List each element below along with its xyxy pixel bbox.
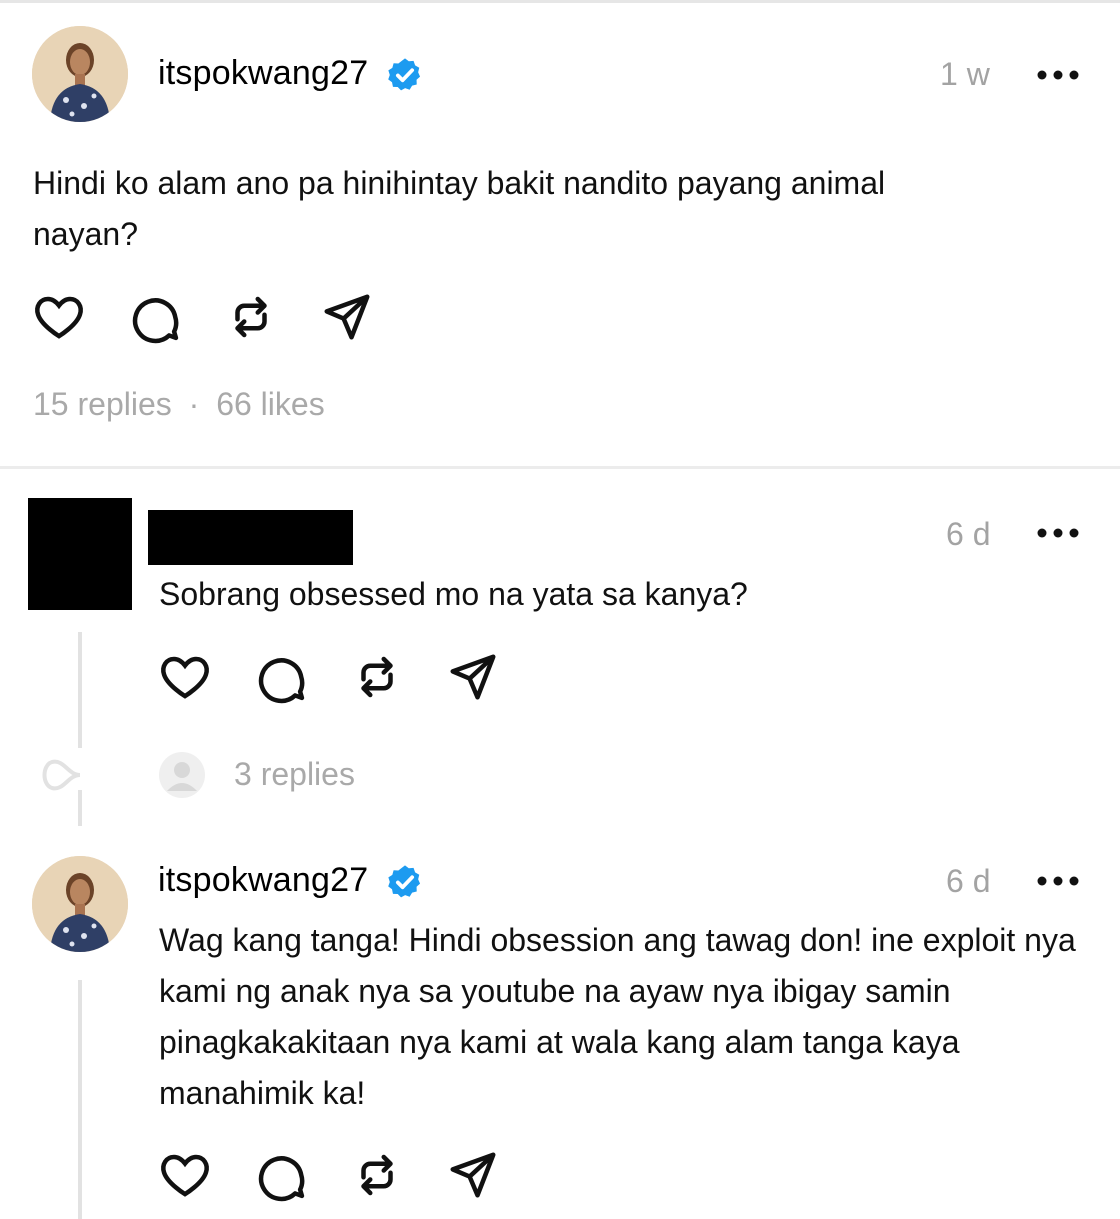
share-button[interactable] [320, 290, 374, 344]
thread-line [78, 980, 82, 1219]
share-icon [450, 654, 496, 700]
comment-icon [258, 1156, 305, 1202]
repost-button[interactable] [350, 1148, 404, 1202]
thread-line [78, 790, 82, 826]
divider [0, 466, 1120, 469]
redacted-avatar [28, 498, 132, 610]
heart-icon [35, 296, 83, 339]
reply-text: Sobrang obsessed mo na yata sa kanya? [159, 576, 748, 612]
repost-icon [235, 296, 267, 338]
like-button[interactable] [32, 290, 86, 344]
comment-button[interactable] [128, 290, 182, 344]
reply-time: 6 d [946, 516, 991, 552]
more-options-icon[interactable] [1036, 70, 1080, 80]
replies-count[interactable]: 15 replies [33, 386, 172, 422]
likes-count[interactable]: 66 likes [216, 386, 325, 422]
share-icon [324, 294, 370, 340]
verified-badge-icon [388, 865, 421, 898]
comment-icon [132, 298, 179, 344]
share-button[interactable] [446, 1148, 500, 1202]
more-options-icon[interactable] [1036, 876, 1080, 886]
like-button[interactable] [158, 1148, 212, 1202]
avatar[interactable] [32, 856, 128, 952]
separator: · [188, 386, 200, 422]
like-button[interactable] [158, 650, 212, 704]
comment-icon [258, 658, 305, 704]
reply-text: Wag kang tanga! Hindi obsession ang tawa… [159, 922, 1076, 1111]
share-icon [450, 1152, 496, 1198]
post-stats: 15 replies · 66 likes [33, 386, 325, 423]
repost-button[interactable] [350, 650, 404, 704]
more-options-icon[interactable] [1036, 528, 1080, 538]
top-border [0, 0, 1120, 3]
comment-button[interactable] [254, 1148, 308, 1202]
post-text: Hindi ko alam ano pa hinihintay bakit na… [33, 165, 886, 252]
repost-button[interactable] [224, 290, 278, 344]
repost-icon [361, 656, 393, 698]
post-time: 1 w [940, 56, 990, 92]
thread-connector-icon [42, 759, 80, 791]
heart-icon [161, 656, 209, 699]
redacted-username [148, 510, 353, 565]
username[interactable]: itspokwang27 [158, 861, 368, 900]
share-button[interactable] [446, 650, 500, 704]
reply-avatar-icon [159, 752, 205, 798]
repost-icon [361, 1154, 393, 1196]
verified-badge-icon [388, 58, 421, 91]
avatar[interactable] [32, 26, 128, 122]
thread-line [78, 632, 82, 748]
heart-icon [161, 1154, 209, 1197]
comment-button[interactable] [254, 650, 308, 704]
reply-time: 6 d [946, 863, 991, 899]
view-replies-link[interactable]: 3 replies [234, 756, 355, 793]
username[interactable]: itspokwang27 [158, 54, 368, 93]
